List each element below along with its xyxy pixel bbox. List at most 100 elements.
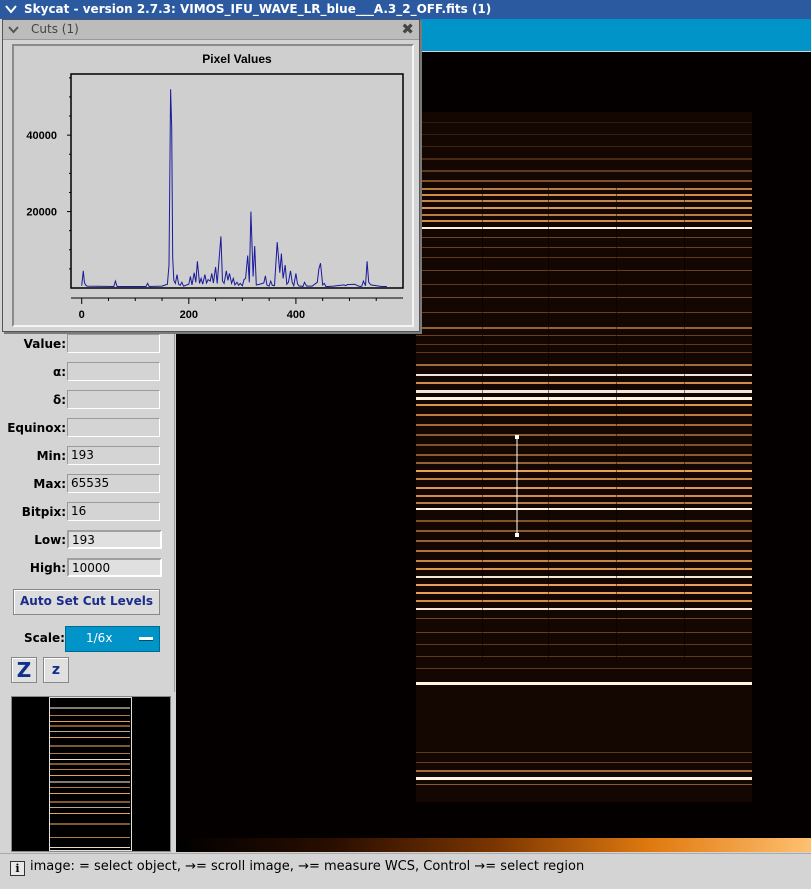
spectral-line [416,508,752,510]
y-tick-label: 20000 [26,207,57,219]
info-icon: i [10,861,25,876]
field-low: Low: 193 [6,530,174,550]
colorbar[interactable] [176,838,811,852]
thumbnail-line [50,793,130,794]
spectral-line [416,584,752,586]
spectral-line [416,502,752,504]
spectral-line [416,207,752,209]
auto-set-cut-levels-button[interactable]: Auto Set Cut Levels [13,589,160,615]
spectral-line [416,568,752,570]
spectral-line [416,194,752,196]
thumbnail-line [50,801,130,803]
field-label: Bitpix: [21,505,66,519]
high-cut-input[interactable]: 10000 [67,558,162,577]
spectral-line [416,762,752,763]
spectral-line [416,520,752,522]
spectral-line [416,374,752,376]
window-title-bar[interactable]: Skycat - version 2.7.3: VIMOS_IFU_WAVE_L… [0,0,811,19]
spectral-line [416,644,752,645]
status-text: image: = select object, →= scroll image,… [30,859,585,874]
spectral-line [416,608,752,610]
spectral-line [416,404,752,406]
spectral-line [416,668,752,669]
close-icon[interactable]: ✖ [401,20,414,38]
thumbnail-line [50,737,130,738]
spectral-line [416,397,752,400]
spectral-line [416,257,752,258]
field-label: δ: [52,393,66,407]
thumbnail-line [50,823,130,825]
slit-gap [548,182,549,662]
pan-viewport-rectangle [49,697,132,851]
spectral-line [416,122,752,123]
spectral-line [416,188,752,190]
spectral-line [416,364,752,366]
field-min: Min: 193 [6,446,174,466]
x-tick-label: 200 [180,309,198,321]
zoom-out-button[interactable]: z [43,657,69,683]
spectral-line [416,784,752,785]
field-label: α: [52,365,66,379]
thumbnail-line [50,759,130,760]
y-tick-label: 40000 [26,130,57,142]
value-display [67,334,160,353]
thumbnail-line [50,731,130,732]
pan-thumbnail[interactable] [12,697,170,851]
spectral-line [416,335,752,336]
thumbnail-line [50,745,130,747]
scale-value: 1/6x [86,631,113,645]
spectral-line [416,592,752,594]
plot-area [70,73,404,289]
cuts-window[interactable]: Cuts (1) ✖ Pixel Values 20000 40000 0 200 400 [2,19,420,332]
image-toolbar-area [418,19,811,51]
cuts-title-bar[interactable]: Cuts (1) ✖ [3,20,419,40]
spectral-line [416,214,752,216]
slit-gap [482,182,483,662]
spectral-line [416,170,752,172]
spectral-line [416,495,752,497]
chevron-down-icon[interactable] [7,23,20,36]
scale-label: Scale: [24,631,65,645]
pan-window[interactable] [11,696,171,852]
thumbnail-line [50,787,130,788]
pixel-values-plot: Pixel Values 20000 40000 0 200 400 [12,44,414,327]
spectral-line [416,576,752,578]
spectral-line [416,454,752,456]
spectral-line [416,540,752,542]
spectral-line [416,462,752,464]
cuts-title: Cuts (1) [31,22,79,36]
field-bitpix: Bitpix: 16 [6,502,174,522]
field-label: Max: [33,477,66,491]
thumbnail-line [50,725,130,727]
x-tick-label: 400 [287,309,305,321]
spectral-line [416,752,752,753]
scale-select[interactable]: 1/6x [65,626,160,652]
thumbnail-line [50,715,130,716]
field-equinox: Equinox: [6,418,174,438]
thumbnail-line [50,753,130,754]
spectral-line [416,284,752,285]
zoom-in-button[interactable]: Z [11,657,37,683]
low-cut-input[interactable]: 193 [67,530,162,549]
spectral-line [416,682,752,685]
bitpix-display: 16 [67,502,160,521]
thumbnail-line [50,763,130,765]
spectral-line [416,247,752,248]
ra-display [67,362,160,381]
spectral-line [416,158,752,160]
spectral-line [416,777,752,780]
field-dec: δ: [6,390,174,410]
equinox-display [67,418,160,437]
field-max: Max: 65535 [6,474,174,494]
window-menu-chevron-icon[interactable] [4,2,18,16]
slit-gap [684,182,685,662]
dec-display [67,390,160,409]
spectral-line [416,390,752,393]
thumbnail-line [50,721,130,722]
spectral-line [416,478,752,480]
spectral-line [416,444,752,446]
dropdown-indicator-icon [139,637,153,641]
field-label: Equinox: [7,421,66,435]
field-label: Low: [34,533,66,547]
max-display: 65535 [67,474,160,493]
